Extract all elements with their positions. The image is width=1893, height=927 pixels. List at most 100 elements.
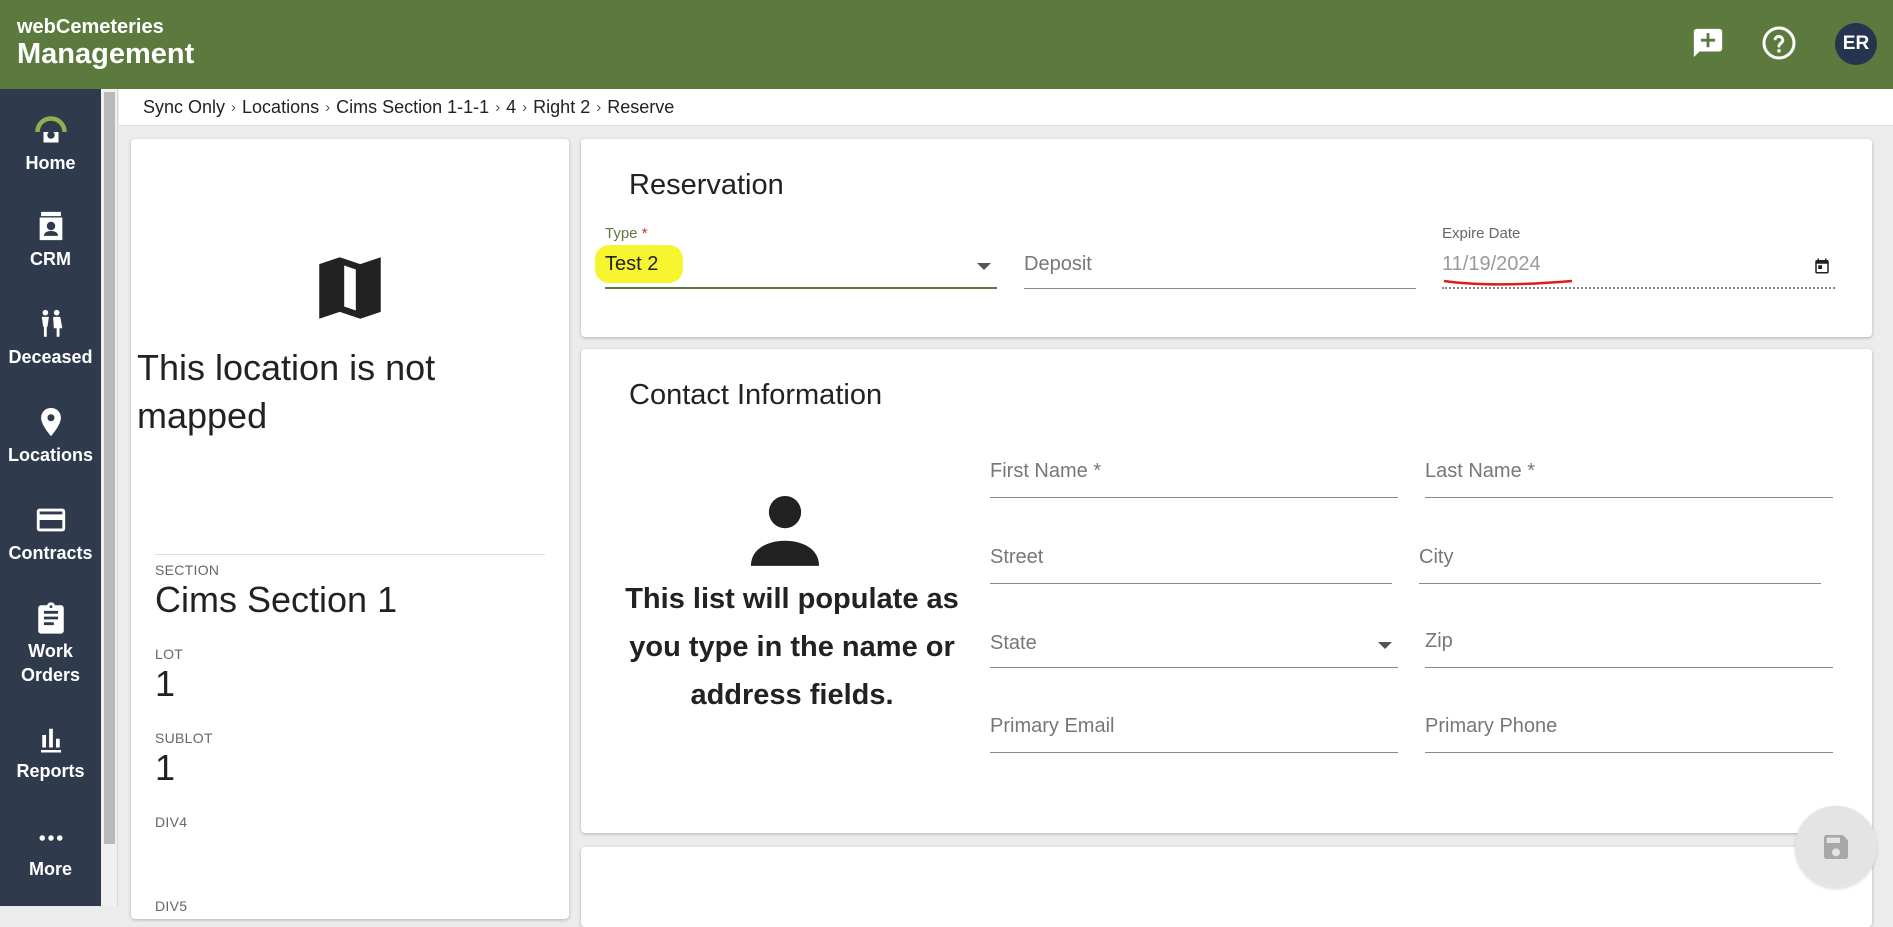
input-underline <box>1425 667 1833 668</box>
type-value: Test 2 <box>605 253 659 275</box>
input-underline <box>990 752 1398 753</box>
sublot-label: SUBLOT <box>155 730 213 746</box>
clipboard-icon <box>37 602 64 634</box>
chevron-down-icon <box>977 263 991 270</box>
sidebar-item-label: Home <box>25 153 76 173</box>
contact-hint-text: This list will populate as you type in t… <box>625 583 959 711</box>
breadcrumb-separator: › <box>495 98 501 116</box>
breadcrumb: Sync Only › Locations › Cims Section 1-1-1… <box>119 89 1893 126</box>
zip-field[interactable] <box>1425 620 1833 668</box>
type-label: Type <box>605 225 638 242</box>
lot-label: LOT <box>155 646 184 662</box>
primary-email-input[interactable] <box>990 715 1398 738</box>
chevron-down-icon <box>1378 642 1392 649</box>
sidebar-item-locations[interactable]: Locations <box>0 405 101 467</box>
type-select[interactable]: Type * Test 2 <box>595 225 997 289</box>
div4-label: DIV4 <box>155 814 188 830</box>
state-select[interactable]: State <box>990 620 1398 668</box>
map-pin-icon <box>40 407 61 437</box>
required-marker: * <box>641 225 648 242</box>
credit-card-icon <box>36 508 65 532</box>
section-value: Cims Section 1 <box>155 579 398 620</box>
sublot-value: 1 <box>155 747 176 788</box>
breadcrumb-item[interactable]: Cims Section 1-1-1 <box>336 97 489 118</box>
sidebar-item-crm[interactable]: CRM <box>0 209 101 271</box>
state-placeholder: State <box>990 632 1037 654</box>
avatar[interactable]: ER <box>1835 23 1877 65</box>
contact-card-icon <box>39 211 62 241</box>
save-icon <box>1824 835 1848 859</box>
sidebar-item-more[interactable]: More <box>0 823 101 881</box>
div5-label: DIV5 <box>155 898 188 914</box>
last-name-field[interactable] <box>1425 450 1833 498</box>
input-underline <box>1442 287 1835 289</box>
expire-date-value: 11/19/2024 <box>1442 253 1541 275</box>
first-name-input[interactable] <box>990 460 1398 483</box>
sidebar-item-deceased[interactable]: Deceased <box>0 307 101 369</box>
sidebar-item-home[interactable]: Home <box>0 111 101 175</box>
bar-chart-icon <box>40 728 61 753</box>
contact-title: Contact Information <box>629 379 883 411</box>
location-info-card: This location is not mapped SECTION Cims… <box>131 139 569 919</box>
sidebar-item-work-orders[interactable]: Work Orders <box>0 601 101 687</box>
expire-date-field[interactable]: Expire Date 11/19/2024 <box>1442 225 1835 289</box>
input-underline <box>1425 752 1833 753</box>
reservation-title: Reservation <box>629 169 784 201</box>
help-circle-icon[interactable] <box>1760 24 1798 62</box>
save-button[interactable] <box>1795 806 1877 888</box>
breadcrumb-separator: › <box>325 98 331 116</box>
deposit-field[interactable] <box>1024 225 1416 289</box>
person-icon <box>750 495 820 566</box>
annotation-underline <box>1443 279 1573 286</box>
primary-phone-field[interactable] <box>1425 705 1833 753</box>
divider <box>155 554 545 555</box>
primary-email-field[interactable] <box>990 705 1398 753</box>
sidebar-item-reports[interactable]: Reports <box>0 725 101 783</box>
scrollbar-thumb[interactable] <box>104 92 115 844</box>
reservation-card: Reservation Type * Test 2 Expire Date 11… <box>581 139 1872 337</box>
more-dots-icon <box>39 835 62 841</box>
calendar-icon[interactable] <box>1813 257 1831 275</box>
input-underline <box>990 583 1392 584</box>
input-underline <box>1425 497 1833 498</box>
brand-name-big: Management <box>17 38 195 70</box>
breadcrumb-item-current: Reserve <box>607 96 675 117</box>
input-underline <box>1419 583 1821 584</box>
additional-section-card <box>581 847 1872 927</box>
breadcrumb-item[interactable]: Right 2 <box>533 97 590 118</box>
brand-name-small: webCemeteries <box>17 16 164 38</box>
breadcrumb-separator: › <box>596 98 602 116</box>
city-input[interactable] <box>1419 546 1821 569</box>
deposit-input[interactable] <box>1024 253 1416 276</box>
map-icon <box>319 257 381 319</box>
city-field[interactable] <box>1419 536 1821 584</box>
home-gauge-icon <box>34 116 67 143</box>
input-underline <box>1024 288 1416 289</box>
first-name-field[interactable] <box>990 450 1398 498</box>
last-name-input[interactable] <box>1425 460 1833 483</box>
lot-value: 1 <box>155 663 176 704</box>
breadcrumb-separator: › <box>231 98 237 116</box>
people-icon <box>41 309 62 337</box>
input-underline <box>990 667 1398 668</box>
sidebar-item-label: Contracts <box>8 543 93 563</box>
zip-input[interactable] <box>1425 630 1833 653</box>
sidebar-scrollbar[interactable] <box>101 89 118 906</box>
street-input[interactable] <box>990 546 1392 569</box>
sidebar-item-contracts[interactable]: Contracts <box>0 503 101 565</box>
breadcrumb-item[interactable]: Locations <box>242 97 319 118</box>
breadcrumb-item[interactable]: 4 <box>506 97 516 118</box>
sidebar-item-label: More <box>28 859 72 879</box>
breadcrumb-item[interactable]: Sync Only <box>143 97 225 118</box>
primary-phone-input[interactable] <box>1425 715 1833 738</box>
feedback-add-icon[interactable] <box>1689 24 1727 62</box>
input-underline <box>605 287 997 289</box>
top-app-bar: webCemeteries Management ER <box>0 0 1893 89</box>
sidebar-item-label: Work Orders <box>20 641 81 685</box>
street-field[interactable] <box>990 536 1392 584</box>
expire-date-label: Expire Date <box>1442 225 1521 242</box>
input-underline <box>990 497 1398 498</box>
app-brand[interactable]: webCemeteries Management <box>17 16 194 70</box>
sidebar-item-label: Locations <box>7 445 93 465</box>
section-label: SECTION <box>155 562 220 578</box>
